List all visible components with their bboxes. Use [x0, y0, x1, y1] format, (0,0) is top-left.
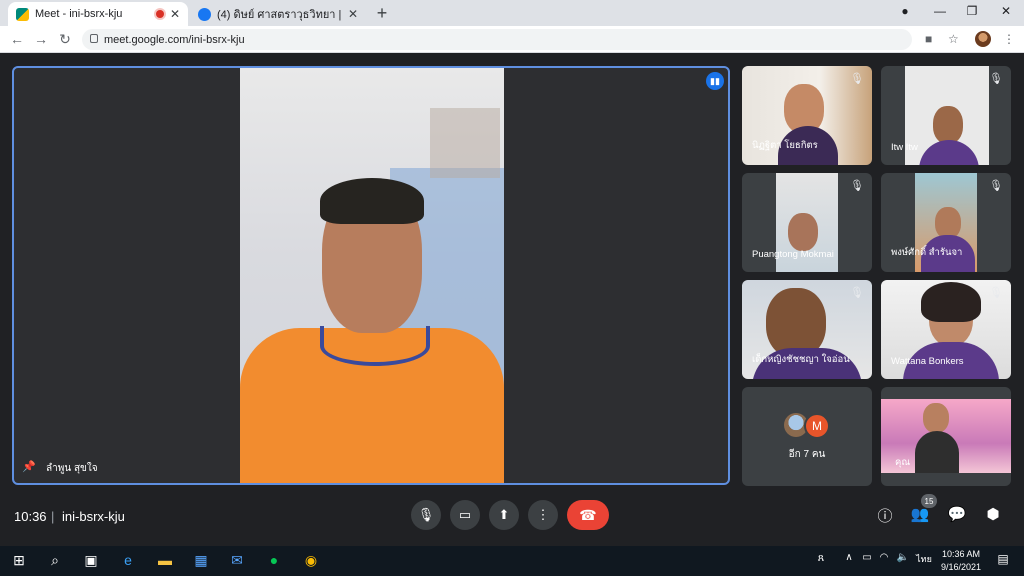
more-options-button[interactable]: ⋮ — [528, 500, 558, 530]
people-tray-icon[interactable]: ጸ — [810, 552, 832, 565]
tab-meet[interactable]: Meet - ini-bsrx-kju ✕ — [8, 2, 188, 26]
muted-mic-icon: 🎙 — [989, 180, 1003, 192]
tab-title: (4) ดิษย์ ศาสตราวุธวิทยา | Facebook — [217, 9, 342, 21]
clock-date: 9/16/2021 — [941, 562, 982, 572]
taskbar-clock[interactable]: 10:36 AM 9/16/2021 — [941, 548, 981, 574]
minimize-icon[interactable]: — — [928, 4, 952, 18]
clock-time: 10:36 AM — [942, 549, 981, 559]
meeting-details-button[interactable]: ⓘ — [875, 505, 895, 526]
line-app-icon[interactable]: ● — [263, 552, 285, 568]
self-tile[interactable]: คุณ — [881, 387, 1011, 486]
muted-mic-icon: 🎙 — [989, 287, 1003, 299]
volume-icon[interactable]: 🔈 — [892, 552, 914, 563]
bookmark-star-icon[interactable]: ☆ — [948, 32, 959, 46]
meeting-time: 10:36 — [14, 509, 47, 524]
tab-title: Meet - ini-bsrx-kju — [35, 8, 123, 20]
muted-mic-icon: 🎙 — [850, 180, 864, 192]
meeting-code: ini-bsrx-kju — [62, 509, 125, 524]
url-text: meet.google.com/ini-bsrx-kju — [104, 33, 245, 46]
others-label: อีก 7 คน — [788, 449, 826, 460]
participant-name: นิฏฐิตา โยธกิตร — [752, 140, 818, 151]
close-tab-icon[interactable]: ✕ — [170, 7, 180, 21]
participants-count-badge: 15 — [921, 494, 937, 508]
close-tab-icon[interactable]: ✕ — [348, 7, 358, 21]
camera-icon[interactable]: ■ — [925, 32, 932, 46]
participant-tile[interactable]: 🎙 นิฏฐิตา โยธกิตร — [742, 66, 872, 165]
participant-tile[interactable]: 🎙 Wattana Bonkers — [881, 280, 1011, 379]
camera-button[interactable]: ▭ — [450, 500, 480, 530]
facebook-favicon-icon — [198, 7, 211, 21]
leave-call-button[interactable]: ☎ — [567, 500, 609, 530]
participant-name: พงษ์ศักดิ์ สำรันจา — [891, 247, 963, 258]
main-speaker-video — [240, 68, 504, 483]
hangup-icon: ☎ — [579, 506, 597, 523]
reload-icon[interactable]: ↻ — [56, 31, 74, 48]
file-explorer-icon[interactable]: ▬ — [154, 552, 176, 568]
activities-button[interactable]: ⬢ — [983, 505, 1003, 523]
edge-icon[interactable]: e — [117, 552, 139, 568]
back-icon[interactable]: ← — [8, 31, 26, 47]
participant-tile[interactable]: 🎙 พงษ์ศักดิ์ สำรันจา — [881, 173, 1011, 272]
mail-icon[interactable]: ✉ — [226, 552, 248, 569]
participant-name: เด็กหญิงชัชชญา ใจอ่อน — [752, 354, 850, 365]
participant-name: Itw Itw — [891, 142, 918, 153]
speaking-indicator-icon: ▮▮ — [706, 72, 724, 90]
main-stage[interactable]: ▮▮ 📌 ลำพูน สุขใจ — [12, 66, 730, 485]
notifications-icon[interactable]: ▤ — [992, 552, 1014, 566]
menu-icon[interactable]: ⋮ — [1003, 32, 1015, 46]
forward-icon[interactable]: → — [32, 31, 50, 47]
muted-mic-icon: 🎙 — [850, 73, 864, 85]
recording-icon — [155, 10, 164, 18]
main-speaker-name: ลำพูน สุขใจ — [46, 463, 98, 474]
avatar: M — [804, 413, 830, 439]
chrome-icon[interactable]: ◉ — [300, 552, 322, 569]
mic-icon: 🎙 — [417, 507, 435, 522]
url-field[interactable]: meet.google.com/ini-bsrx-kju — [82, 29, 912, 50]
participant-name: Puangtong Mokmai — [752, 249, 834, 260]
tab-facebook[interactable]: (4) ดิษย์ ศาสตราวุธวิทยา | Facebook ✕ — [190, 2, 366, 26]
others-tile[interactable]: M อีก 7 คน — [742, 387, 872, 486]
tab-strip: Meet - ini-bsrx-kju ✕ (4) ดิษย์ ศาสตราวุ… — [0, 0, 1024, 26]
language-indicator[interactable]: ไทย — [912, 552, 936, 566]
address-bar: ← → ↻ meet.google.com/ini-bsrx-kju ■ ☆ ⋮ — [0, 26, 1024, 53]
chat-button[interactable]: 💬 — [947, 505, 967, 523]
participant-tile[interactable]: 🎙 เด็กหญิงชัชชญา ใจอ่อน — [742, 280, 872, 379]
profile-avatar[interactable] — [975, 31, 991, 47]
lock-icon — [90, 34, 98, 43]
taskbar: ⊞ ⌕ ▣ e ▬ ▦ ✉ ● ◉ ጸ ∧ ▭ ◠ 🔈 ไทย ▤ — [0, 546, 1024, 576]
microphone-button[interactable]: 🎙 — [411, 500, 441, 530]
new-tab-button[interactable]: + — [372, 3, 392, 24]
participant-tile[interactable]: 🎙 Puangtong Mokmai — [742, 173, 872, 272]
windows-start-icon[interactable]: ⊞ — [8, 552, 30, 569]
self-label: คุณ — [895, 457, 911, 468]
tab-search-icon[interactable]: ● — [893, 4, 917, 18]
muted-mic-icon: 🎙 — [989, 73, 1003, 85]
restore-icon[interactable]: ❐ — [960, 4, 984, 18]
more-vert-icon: ⋮ — [536, 507, 550, 522]
muted-mic-icon: 🎙 — [850, 287, 864, 299]
pin-icon[interactable]: 📌 — [22, 460, 36, 473]
search-icon[interactable]: ⌕ — [44, 552, 66, 569]
participant-name: Wattana Bonkers — [891, 356, 964, 367]
task-view-icon[interactable]: ▣ — [80, 552, 102, 569]
video-icon: ▭ — [458, 507, 472, 522]
meet-favicon-icon — [16, 7, 29, 21]
close-window-icon[interactable]: ✕ — [994, 4, 1018, 18]
present-button[interactable]: ⬆ — [489, 500, 519, 530]
store-icon[interactable]: ▦ — [190, 552, 212, 569]
present-screen-icon: ⬆ — [498, 507, 510, 522]
participant-tile[interactable]: 🎙 Itw Itw — [881, 66, 1011, 165]
